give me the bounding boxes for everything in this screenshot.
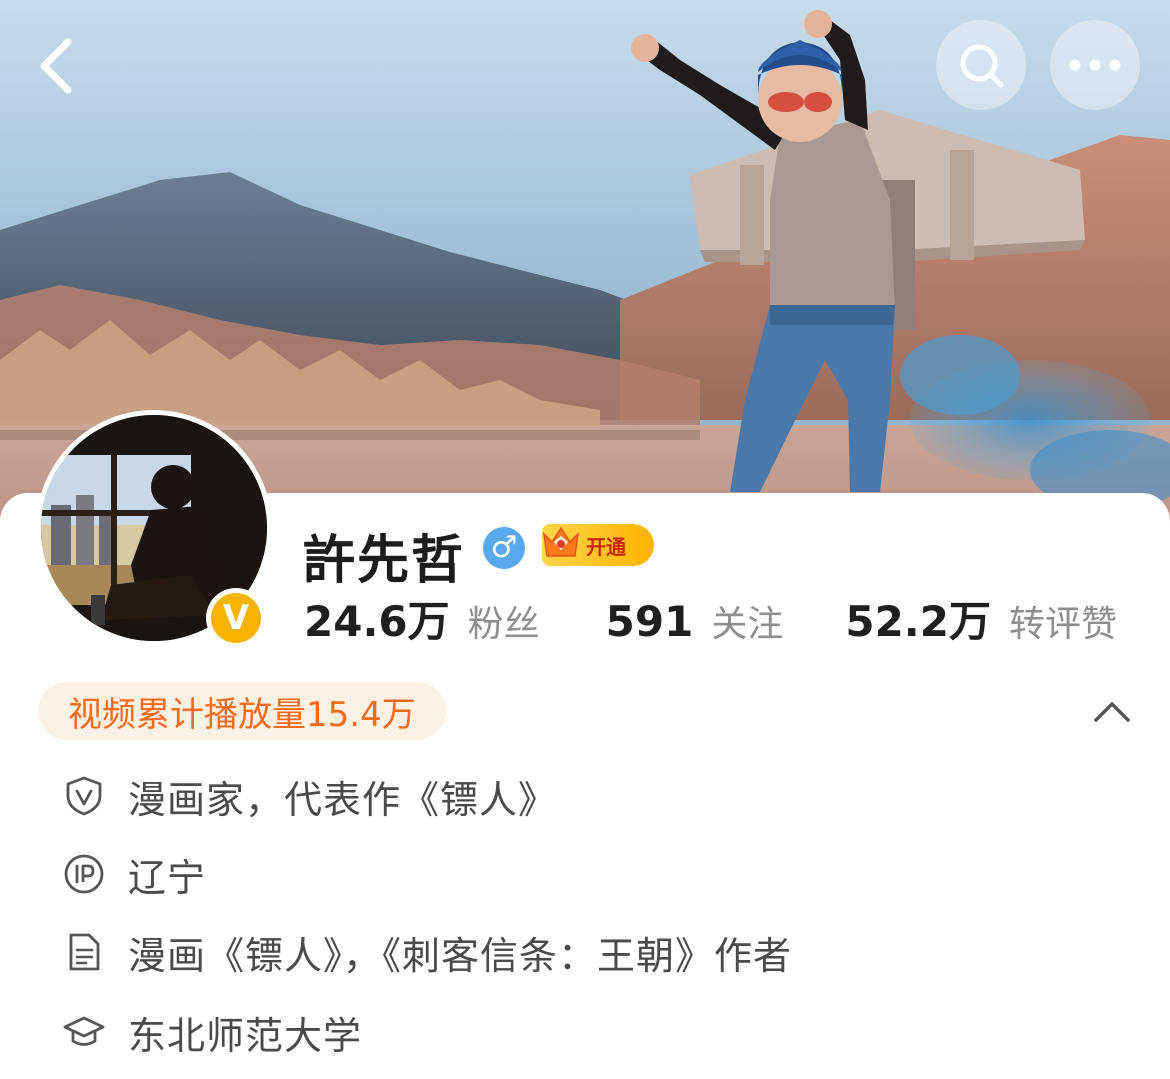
info-row-description: 漫画《镖人》，《刺客信条：王朝》作者	[62, 922, 792, 982]
more-horizontal-icon	[1069, 59, 1121, 71]
profile-page: V 許先哲 ♂ 开通 24.6万 粉丝 591 关注 52.2万 转评赞 视频累…	[0, 0, 1170, 1079]
following-label: 关注	[711, 604, 784, 645]
education-text: 东北师范大学	[128, 1013, 363, 1058]
ip-location-text: 辽宁	[128, 855, 207, 900]
verified-shield-icon	[66, 776, 102, 816]
stat-following[interactable]: 591 关注	[606, 595, 784, 647]
followers-label: 粉丝	[467, 604, 540, 645]
document-icon	[69, 933, 100, 971]
info-row-verification: 漫画家，代表作《镖人》	[62, 766, 557, 826]
search-icon	[960, 44, 1004, 88]
info-row-education: 东北师范大学	[62, 1002, 362, 1062]
verified-badge: V	[206, 588, 266, 648]
male-icon: ♂	[483, 527, 525, 569]
search-button[interactable]	[936, 20, 1026, 110]
chevron-left-icon	[40, 38, 72, 94]
verification-text: 漫画家，代表作《镖人》	[128, 777, 558, 822]
crown-icon	[542, 526, 580, 557]
following-count: 591	[605, 597, 694, 646]
interactions-label: 转评赞	[1008, 604, 1117, 645]
video-play-count-text: 视频累计播放量15.4万	[68, 694, 416, 735]
description-text: 漫画《镖人》，《刺客信条：王朝》作者	[128, 933, 793, 978]
collapse-button[interactable]	[1090, 690, 1134, 734]
ip-location-icon	[64, 854, 104, 894]
stats-bar: 24.6万 粉丝 591 关注 52.2万 转评赞	[304, 588, 1117, 648]
verified-v-icon: V	[211, 593, 261, 643]
stat-interactions[interactable]: 52.2万 转评赞	[845, 588, 1117, 649]
vip-open-button[interactable]: 开通	[542, 524, 654, 566]
vip-label: 开通	[586, 534, 626, 559]
more-button[interactable]	[1050, 20, 1140, 110]
back-button[interactable]	[22, 28, 92, 104]
video-play-count-pill[interactable]: 视频累计播放量15.4万	[38, 682, 446, 740]
profile-name: 許先哲	[303, 531, 466, 591]
graduation-cap-icon	[63, 1016, 105, 1046]
followers-count: 24.6万	[304, 597, 450, 646]
stat-followers[interactable]: 24.6万 粉丝	[304, 588, 540, 649]
info-row-ip-location: 辽宁	[62, 844, 206, 904]
interactions-count: 52.2万	[845, 597, 991, 646]
chevron-up-icon	[1094, 702, 1130, 722]
